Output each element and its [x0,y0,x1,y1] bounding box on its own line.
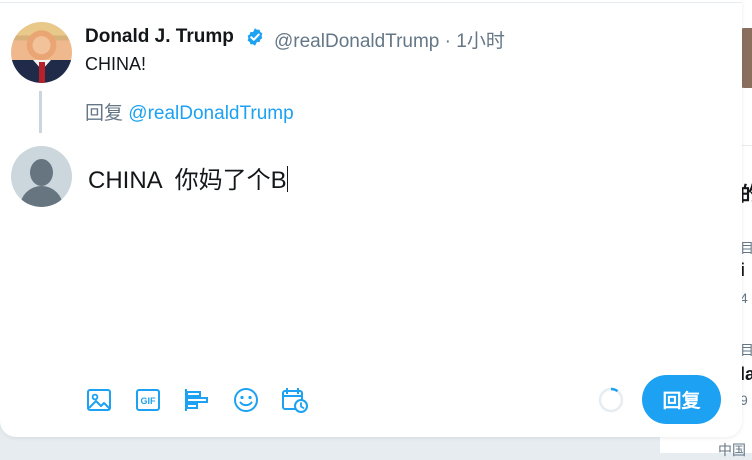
original-tweet-text: CHINA! [85,54,147,74]
author-name[interactable]: Donald J. Trump [85,26,234,48]
author-handle-and-time[interactable]: @realDonaldTrump · 1小时 [274,26,505,53]
poll-icon[interactable] [183,386,211,414]
verified-badge-icon [247,28,263,46]
default-avatar-head [30,159,53,186]
text-caret [286,166,288,192]
emoji-icon[interactable] [232,386,260,414]
svg-text:GIF: GIF [141,396,157,406]
modal-top-divider [0,2,742,3]
schedule-icon[interactable] [281,386,309,414]
character-count-ring-icon [598,387,624,413]
avatar-tie [39,62,45,83]
reply-compose-input[interactable]: CHINA 你妈了个B [88,160,628,196]
background-footer: 中国 [718,442,746,458]
reply-submit-button[interactable]: 回复 [642,375,721,424]
replying-to-prefix: 回复 [85,103,124,124]
author-avatar[interactable] [11,22,72,83]
replying-to-line: 回复 @realDonaldTrump [85,98,294,125]
default-avatar-body [20,186,63,207]
replying-to-mention-link[interactable]: @realDonaldTrump [128,103,293,124]
thread-connector [39,91,42,133]
current-user-avatar [11,146,72,207]
compose-text: CHINA 你妈了个B [88,167,287,194]
gif-icon[interactable]: GIF [134,386,162,414]
reply-modal: Donald J. Trump @realDonaldTrump · 1小时 C… [0,0,742,437]
image-icon[interactable] [85,386,113,414]
